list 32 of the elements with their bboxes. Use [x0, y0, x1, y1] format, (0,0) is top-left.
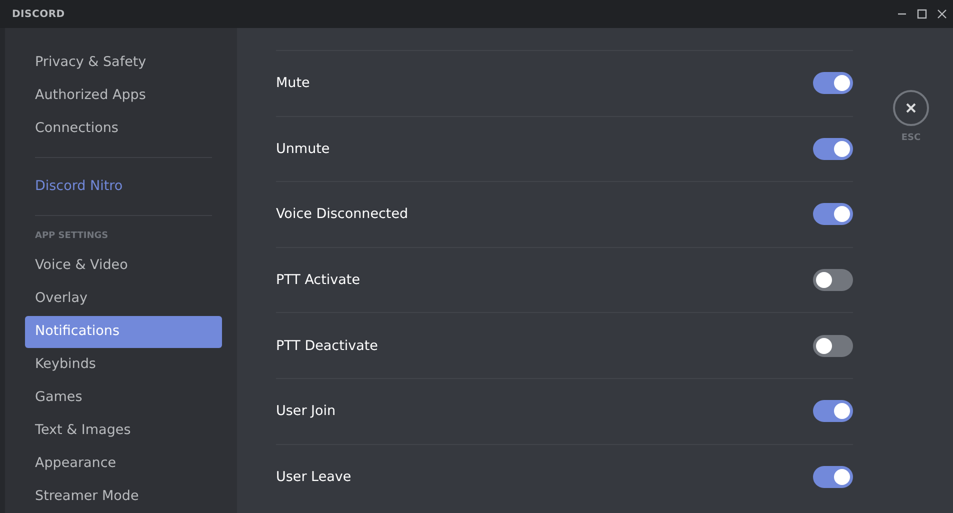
close-icon[interactable]: [937, 9, 947, 19]
sidebar-item[interactable]: Discord Nitro: [25, 170, 222, 202]
setting-label: Unmute: [276, 140, 330, 159]
sidebar-item[interactable]: Voice & Video: [25, 250, 222, 282]
sidebar-item[interactable]: Appearance: [25, 448, 222, 480]
maximize-icon[interactable]: [917, 9, 927, 19]
toggle-switch[interactable]: [813, 334, 853, 357]
sidebar-item[interactable]: Streamer Mode: [25, 480, 222, 512]
setting-label: PTT Activate: [276, 270, 360, 290]
sidebar-item[interactable]: Authorized Apps: [25, 79, 222, 111]
toggle-switch[interactable]: [813, 269, 853, 292]
setting-label: Voice Disconnected: [276, 205, 408, 224]
toggle-switch[interactable]: [813, 466, 853, 488]
setting-label: User Join: [276, 402, 336, 422]
sidebar-item[interactable]: Games: [25, 382, 222, 414]
setting-label: PTT Deactivate: [276, 336, 378, 356]
toggle-switch[interactable]: [813, 400, 853, 422]
window-title: DISCORD: [12, 8, 65, 22]
setting-label: Mute: [276, 74, 310, 94]
setting-label: User Leave: [276, 468, 352, 487]
sidebar-item[interactable]: Connections: [25, 112, 222, 144]
esc-label: ESC: [901, 132, 921, 145]
sidebar-item[interactable]: Overlay: [25, 282, 222, 314]
toggle-switch[interactable]: [813, 203, 853, 226]
close-button[interactable]: [893, 90, 929, 126]
sidebar-item[interactable]: Privacy & Safety: [25, 46, 222, 78]
section-header: APP SETTINGS: [34, 230, 110, 243]
close-icon: [906, 103, 916, 113]
toggle-switch[interactable]: [813, 72, 853, 94]
toggle-switch[interactable]: [813, 138, 853, 160]
sidebar-item[interactable]: Text & Images: [25, 414, 222, 446]
sidebar-item[interactable]: Keybinds: [25, 348, 222, 380]
